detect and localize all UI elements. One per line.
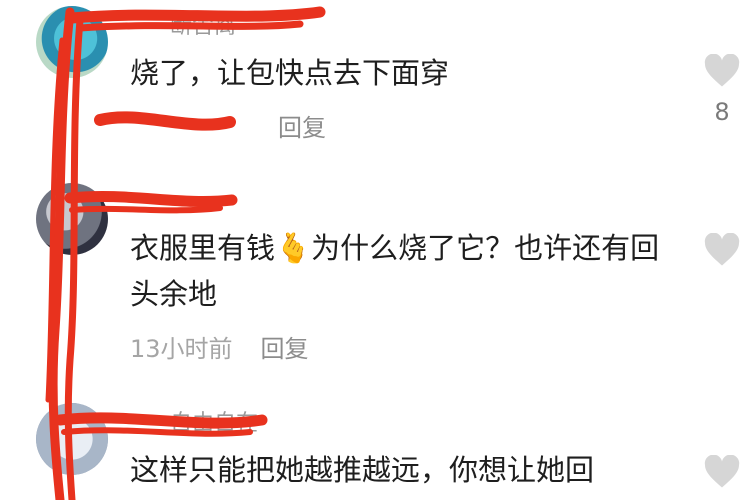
reply-button[interactable]: 回复 — [278, 114, 326, 142]
like-button[interactable] — [702, 455, 742, 489]
like-button[interactable]: 8 — [702, 54, 742, 126]
comment-text: 烧了，让包快点去下面穿 — [130, 56, 450, 90]
avatar[interactable] — [36, 183, 108, 255]
comment-meta: 13小时前 回复 — [130, 329, 309, 364]
comment-item-2: 衣服里有钱🫰为什么烧了它？也许还有回头余地 13小时前 回复 — [0, 175, 742, 375]
comment-text: 这样只能把她越推越远，你想让她回 — [130, 453, 595, 487]
like-count: 8 — [714, 98, 730, 126]
comment-username: 断舍离 — [170, 14, 237, 39]
comment-item-3: 自由自在 这样只能把她越推越远，你想让她回 — [0, 395, 742, 500]
comment-username: 自由自在 — [170, 411, 259, 436]
heart-icon — [704, 233, 740, 266]
heart-icon — [704, 455, 740, 488]
comment-time: 13小时前 — [130, 335, 233, 363]
reply-button[interactable]: 回复 — [261, 335, 309, 363]
comment-text: 衣服里有钱🫰为什么烧了它？也许还有回头余地 — [130, 231, 660, 311]
heart-icon — [704, 54, 740, 87]
avatar[interactable] — [36, 6, 108, 78]
comment-item-1: 断舍离 烧了，让包快点去下面穿 回复 8 — [0, 0, 742, 160]
avatar[interactable] — [36, 403, 108, 475]
comment-meta: 回复 — [130, 108, 326, 143]
like-button[interactable] — [702, 233, 742, 277]
